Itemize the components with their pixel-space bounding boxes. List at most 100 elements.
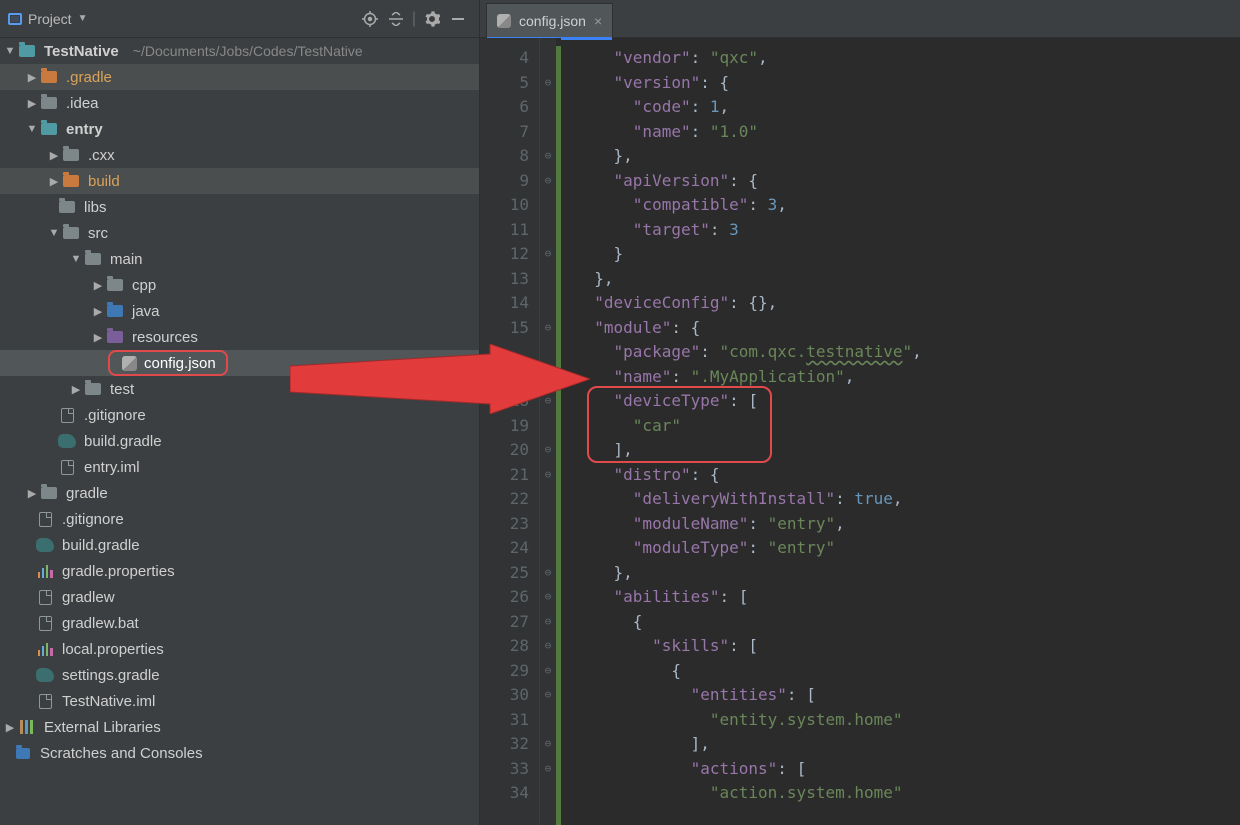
label: .idea (66, 95, 99, 112)
root-path: ~/Documents/Jobs/Codes/TestNative (133, 43, 363, 59)
iml-file-icon (39, 694, 52, 709)
label: .cxx (88, 147, 115, 164)
code-highlight-box (587, 386, 772, 463)
tree-item-test[interactable]: ▶ test (0, 376, 479, 402)
tree-item-gitignore-root[interactable]: .gitignore (0, 506, 479, 532)
tree-item-entry[interactable]: ▼ entry (0, 116, 479, 142)
tree-item-idea-dir[interactable]: ▶ .idea (0, 90, 479, 116)
tree-item-main[interactable]: ▼ main (0, 246, 479, 272)
label: src (88, 225, 108, 242)
label: entry (66, 121, 103, 138)
file-icon (39, 590, 52, 605)
file-icon (39, 616, 52, 631)
close-icon[interactable]: × (594, 13, 602, 29)
label: gradle (66, 485, 108, 502)
tree-root[interactable]: ▼ TestNative ~/Documents/Jobs/Codes/Test… (0, 38, 479, 64)
project-tree[interactable]: ▼ TestNative ~/Documents/Jobs/Codes/Test… (0, 38, 479, 825)
tree-item-gradle-folder[interactable]: ▶ gradle (0, 480, 479, 506)
folder-icon (63, 227, 79, 239)
label: gradlew.bat (62, 615, 139, 632)
project-sidebar: Project ▼ | ▼ TestNative ~/Documents/Job… (0, 0, 480, 825)
label: settings.gradle (62, 667, 160, 684)
tab-filename: config.json (519, 13, 586, 29)
iml-file-icon (61, 460, 74, 475)
label: gradlew (62, 589, 115, 606)
gradle-icon (36, 538, 54, 552)
editor-tabbar: config.json × (480, 0, 1240, 38)
folder-icon (41, 97, 57, 109)
folder-icon (63, 175, 79, 187)
label: test (110, 381, 134, 398)
folder-icon (85, 253, 101, 265)
chevron-down-icon: ▼ (78, 13, 88, 24)
tree-item-settings-gradle[interactable]: settings.gradle (0, 662, 479, 688)
fold-gutter: ⊖⊖⊖⊖⊖⊖⊖⊖⊖⊖⊖⊖⊖⊖⊖⊖ (540, 38, 556, 825)
label: build.gradle (62, 537, 140, 554)
code-content[interactable]: "vendor": "qxc", "version": { "code": 1,… (561, 38, 1240, 825)
tree-item-cpp[interactable]: ▶ cpp (0, 272, 479, 298)
json-file-icon (122, 356, 137, 371)
label: main (110, 251, 143, 268)
label: build.gradle (84, 433, 162, 450)
tree-item-gitignore-entry[interactable]: .gitignore (0, 402, 479, 428)
editor-pane: config.json × 45678910111213141518192021… (480, 0, 1240, 825)
project-label: Project (28, 11, 72, 27)
label: External Libraries (44, 719, 161, 736)
editor-tab-config-json[interactable]: config.json × (486, 3, 613, 37)
tree-item-local-properties[interactable]: local.properties (0, 636, 479, 662)
tree-item-cxx[interactable]: ▶ .cxx (0, 142, 479, 168)
highlight-box: config.json (108, 350, 228, 376)
gradle-icon (58, 434, 76, 448)
module-folder-icon (19, 45, 35, 57)
folder-icon (85, 383, 101, 395)
project-icon (8, 13, 22, 25)
label: cpp (132, 277, 156, 294)
tree-item-java[interactable]: ▶ java (0, 298, 479, 324)
tree-item-libs[interactable]: libs (0, 194, 479, 220)
tree-item-gradle-properties[interactable]: gradle.properties (0, 558, 479, 584)
label: .gitignore (84, 407, 146, 424)
label: java (132, 303, 160, 320)
twisty-right-icon[interactable]: ▶ (26, 71, 38, 84)
scratches-icon (16, 748, 30, 759)
tree-item-build[interactable]: ▶ build (0, 168, 479, 194)
expand-collapse-icon[interactable] (383, 7, 409, 31)
tree-item-scratches[interactable]: Scratches and Consoles (0, 740, 479, 766)
file-icon (39, 512, 52, 527)
folder-icon (107, 279, 123, 291)
label: resources (132, 329, 198, 346)
tree-item-gradle-dir[interactable]: ▶ .gradle (0, 64, 479, 90)
tree-item-gradlew[interactable]: gradlew (0, 584, 479, 610)
properties-file-icon (38, 642, 53, 656)
tree-item-build-gradle-entry[interactable]: build.gradle (0, 428, 479, 454)
gear-icon[interactable] (419, 7, 445, 31)
tree-item-build-gradle-root[interactable]: build.gradle (0, 532, 479, 558)
twisty-down-icon[interactable]: ▼ (4, 45, 16, 57)
folder-icon (41, 71, 57, 83)
target-icon[interactable] (357, 7, 383, 31)
label: config.json (144, 355, 216, 372)
root-name: TestNative (44, 43, 119, 60)
tree-item-external-libraries[interactable]: ▶ External Libraries (0, 714, 479, 740)
label: entry.iml (84, 459, 140, 476)
properties-file-icon (38, 564, 53, 578)
minimize-icon[interactable] (445, 7, 471, 31)
external-libraries-icon (20, 720, 34, 734)
code-area[interactable]: 4567891011121314151819202122232425262728… (480, 38, 1240, 825)
label: .gitignore (62, 511, 124, 528)
label: .gradle (66, 69, 112, 86)
file-icon (61, 408, 74, 423)
label: build (88, 173, 120, 190)
separator: | (409, 7, 419, 31)
tree-item-entry-iml[interactable]: entry.iml (0, 454, 479, 480)
folder-icon (63, 149, 79, 161)
tree-item-testnative-iml[interactable]: TestNative.iml (0, 688, 479, 714)
module-folder-icon (41, 123, 57, 135)
tree-item-resources[interactable]: ▶ resources (0, 324, 479, 350)
tree-item-gradlew-bat[interactable]: gradlew.bat (0, 610, 479, 636)
tree-item-src[interactable]: ▼ src (0, 220, 479, 246)
project-tool-window-button[interactable]: Project ▼ (8, 11, 87, 27)
label: TestNative.iml (62, 693, 155, 710)
tree-item-config-json[interactable]: config.json (0, 350, 479, 376)
source-folder-icon (107, 305, 123, 317)
